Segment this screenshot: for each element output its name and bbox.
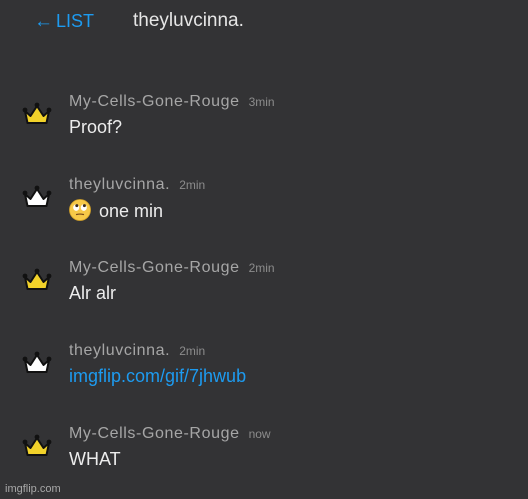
message-username[interactable]: My-Cells-Gone-Rouge [69,259,240,276]
message-text: Proof? [69,117,123,137]
watermark: imgflip.com [5,483,61,495]
message-username[interactable]: theyluvcinna. [69,342,170,359]
message-timestamp: 3min [248,95,275,109]
message-timestamp: now [248,427,271,441]
message-timestamp: 2min [248,261,275,275]
message-username[interactable]: My-Cells-Gone-Rouge [69,93,240,110]
message-link[interactable]: imgflip.com/gif/7jhwub [69,365,246,387]
crown-icon [22,351,52,373]
crown-icon [22,268,52,290]
message-item: theyluvcinna. 2min imgflip.com/gif/7jhwub [0,341,528,403]
rolling-eyes-emoji-icon [69,199,91,221]
message-header: theyluvcinna. 2min [69,341,205,361]
message-text: Alr alr [69,283,117,303]
message-username[interactable]: theyluvcinna. [69,176,170,193]
message-item: My-Cells-Gone-Rouge 2min Alr alr [0,258,528,320]
message-username[interactable]: My-Cells-Gone-Rouge [69,425,240,442]
message-header: My-Cells-Gone-Rouge 3min [69,92,275,112]
crown-icon [22,102,52,124]
message-item: My-Cells-Gone-Rouge now WHAT [0,424,528,486]
message-item: My-Cells-Gone-Rouge 3min Proof? [0,92,528,154]
chat-title: theyluvcinna. [133,10,244,31]
message-header: theyluvcinna. 2min [69,175,205,195]
chat-header: ← LIST theyluvcinna. [0,0,528,44]
back-arrow-icon: ← [34,11,53,32]
message-header: My-Cells-Gone-Rouge now [69,424,271,444]
message-header: My-Cells-Gone-Rouge 2min [69,258,275,278]
crown-icon [22,185,52,207]
message-item: theyluvcinna. 2min one min [0,175,528,237]
back-link-label: LIST [56,11,95,31]
message-timestamp: 2min [179,178,206,192]
back-to-list-link[interactable]: ← LIST [34,10,94,33]
message-timestamp: 2min [179,344,206,358]
message-text: WHAT [69,449,121,469]
crown-icon [22,434,52,456]
message-text: one min [99,201,164,221]
message-body: one min [69,199,163,222]
